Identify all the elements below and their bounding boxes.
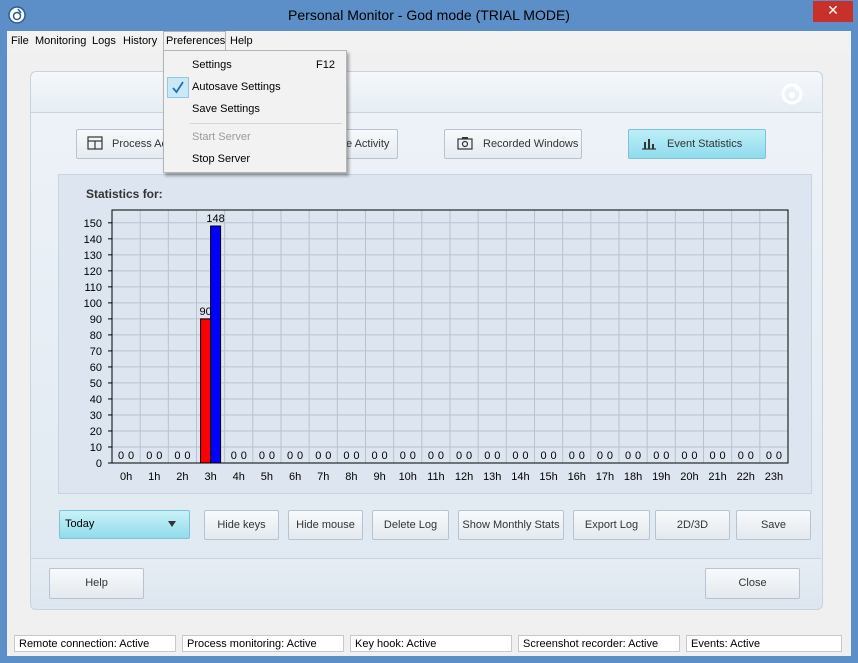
status-remote-connection: Remote connection: Active: [14, 635, 176, 652]
statistics-for-label: Statistics for:: [86, 187, 163, 201]
status-screenshot-recorder: Screenshot recorder: Active: [518, 635, 680, 652]
preferences-dropdown-menu: Settings F12 Autosave Settings Save Sett…: [163, 50, 347, 173]
tab-recorded-windows[interactable]: Recorded Windows: [444, 129, 582, 159]
menu-item-settings[interactable]: Settings: [192, 59, 232, 71]
tab-activity-label: e Activity: [346, 138, 390, 150]
toggle-2d-3d-button[interactable]: 2D/3D: [655, 510, 730, 540]
show-monthly-stats-button[interactable]: Show Monthly Stats: [458, 510, 564, 540]
window-icon: [87, 136, 103, 150]
menu-logs[interactable]: Logs: [92, 35, 116, 47]
help-button[interactable]: Help: [49, 568, 144, 599]
panel-header: [31, 72, 821, 113]
menu-monitoring[interactable]: Monitoring: [35, 35, 86, 47]
autosave-check-highlight: [167, 77, 189, 98]
menu-item-autosave-settings[interactable]: Autosave Settings: [192, 81, 281, 93]
period-select[interactable]: Today: [59, 510, 190, 539]
hide-keys-button[interactable]: Hide keys: [204, 510, 279, 540]
period-select-value: Today: [65, 518, 95, 530]
close-window-button[interactable]: ✕: [813, 1, 853, 22]
menu-item-stop-server[interactable]: Stop Server: [192, 153, 250, 165]
chart-frame: [58, 174, 812, 494]
menu-history[interactable]: History: [123, 35, 157, 47]
brand-logo-icon: [781, 83, 803, 105]
status-process-monitoring: Process monitoring: Active: [182, 635, 344, 652]
tab-event-statistics[interactable]: Event Statistics: [628, 129, 766, 159]
bar-chart-icon: [642, 139, 656, 150]
camera-icon: [457, 137, 473, 150]
window-title: Personal Monitor - God mode (TRIAL MODE): [288, 7, 570, 23]
tab-event-statistics-label: Event Statistics: [667, 138, 743, 150]
app-window: Personal Monitor - God mode (TRIAL MODE)…: [0, 0, 858, 663]
export-log-button[interactable]: Export Log: [573, 510, 650, 540]
close-button[interactable]: Close: [705, 568, 800, 599]
delete-log-button[interactable]: Delete Log: [372, 510, 449, 540]
menu-help[interactable]: Help: [230, 35, 253, 47]
menu-item-save-settings[interactable]: Save Settings: [192, 103, 260, 115]
save-button[interactable]: Save: [736, 510, 811, 540]
tab-process-activity-label: Process Ac: [112, 138, 168, 150]
menu-preferences[interactable]: Preferences: [166, 35, 225, 47]
menu-separator: [190, 123, 342, 124]
footer-bar: [31, 559, 821, 607]
chevron-down-icon: [168, 521, 176, 527]
settings-shortcut: F12: [316, 59, 335, 71]
status-events: Events: Active: [686, 635, 842, 652]
menu-file[interactable]: File: [11, 35, 29, 47]
checkmark-icon: [172, 81, 184, 94]
tab-recorded-windows-label: Recorded Windows: [483, 138, 579, 150]
menu-item-start-server: Start Server: [192, 131, 251, 143]
status-key-hook: Key hook: Active: [350, 635, 512, 652]
hide-mouse-button[interactable]: Hide mouse: [288, 510, 363, 540]
title-bar: Personal Monitor - God mode (TRIAL MODE)…: [0, 0, 858, 31]
